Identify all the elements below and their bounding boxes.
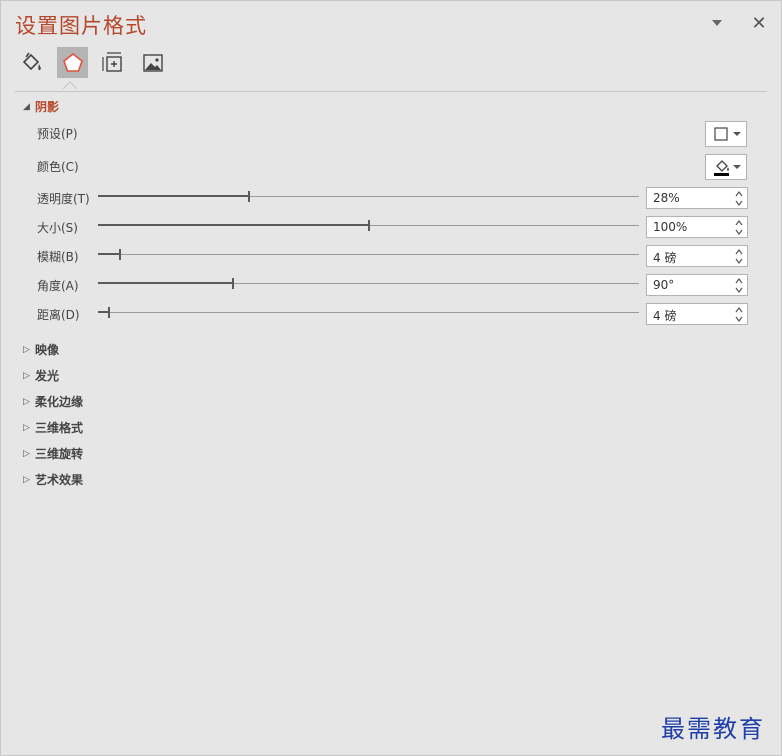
- section-3d-format[interactable]: ▷ 三维格式: [23, 419, 83, 436]
- slider-track: [98, 254, 639, 255]
- preset-label: 预设(P): [37, 127, 78, 141]
- section-label: 映像: [35, 343, 60, 357]
- section-artistic-effects[interactable]: ▷ 艺术效果: [23, 471, 83, 488]
- collapsed-triangle-icon: ▷: [23, 422, 30, 433]
- section-label: 柔化边缘: [35, 395, 84, 409]
- fill-color-icon: [714, 160, 729, 176]
- distance-value: 4 磅: [653, 309, 677, 323]
- blur-slider[interactable]: [98, 249, 639, 261]
- section-reflection[interactable]: ▷ 映像: [23, 341, 59, 358]
- distance-label: 距离(D): [37, 308, 80, 322]
- section-glow[interactable]: ▷ 发光: [23, 367, 59, 384]
- tab-fill-line[interactable]: [15, 47, 46, 78]
- spin-down-icon[interactable]: [734, 286, 744, 294]
- spin-down-icon[interactable]: [734, 228, 744, 236]
- paint-bucket-icon: [22, 52, 41, 70]
- chevron-down-icon: [712, 20, 722, 26]
- blur-spinner[interactable]: 4 磅: [646, 245, 748, 267]
- picture-icon: [142, 53, 163, 72]
- spin-up-icon[interactable]: [734, 190, 744, 198]
- shadow-preset-icon: [714, 127, 728, 141]
- slider-thumb[interactable]: [119, 249, 121, 260]
- angle-slider[interactable]: [98, 278, 639, 290]
- section-3d-rotation[interactable]: ▷ 三维旋转: [23, 445, 83, 462]
- pane-title: 设置图片格式: [15, 14, 147, 38]
- slider-thumb[interactable]: [368, 220, 370, 231]
- section-soft-edges[interactable]: ▷ 柔化边缘: [23, 393, 83, 410]
- section-label: 艺术效果: [35, 473, 84, 487]
- spin-down-icon[interactable]: [734, 199, 744, 207]
- angle-value: 90°: [653, 278, 675, 292]
- tab-size-properties[interactable]: [97, 47, 128, 78]
- collapsed-triangle-icon: ▷: [23, 474, 30, 485]
- tab-picture[interactable]: [137, 47, 168, 78]
- chevron-down-icon: [733, 165, 741, 169]
- divider: [15, 91, 767, 92]
- spin-down-icon[interactable]: [734, 315, 744, 323]
- size-label: 大小(S): [37, 221, 78, 235]
- collapsed-triangle-icon: ▷: [23, 448, 30, 459]
- spin-up-icon[interactable]: [734, 248, 744, 256]
- spin-down-icon[interactable]: [734, 257, 744, 265]
- transparency-spinner[interactable]: 28%: [646, 187, 748, 209]
- size-properties-icon: [101, 51, 122, 72]
- slider-fill: [98, 195, 249, 197]
- slider-thumb[interactable]: [248, 191, 250, 202]
- color-dropdown[interactable]: [705, 154, 747, 180]
- slider-thumb[interactable]: [232, 278, 234, 289]
- blur-value: 4 磅: [653, 251, 677, 265]
- blur-label: 模糊(B): [37, 250, 79, 264]
- transparency-label: 透明度(T): [37, 192, 90, 206]
- distance-spinner[interactable]: 4 磅: [646, 303, 748, 325]
- distance-slider[interactable]: [98, 307, 639, 319]
- slider-fill: [98, 282, 233, 284]
- spin-up-icon[interactable]: [734, 306, 744, 314]
- active-tab-indicator: [63, 81, 77, 89]
- close-button[interactable]: ✕: [749, 12, 769, 34]
- section-label: 三维旋转: [35, 447, 84, 461]
- section-shadow-label: 阴影: [35, 100, 60, 114]
- section-shadow[interactable]: ◢ 阴影: [23, 98, 59, 115]
- transparency-value: 28%: [653, 191, 680, 205]
- slider-thumb[interactable]: [108, 307, 110, 318]
- collapsed-triangle-icon: ▷: [23, 370, 30, 381]
- collapsed-triangle-icon: ▷: [23, 344, 30, 355]
- spin-up-icon[interactable]: [734, 219, 744, 227]
- section-label: 发光: [35, 369, 60, 383]
- spin-up-icon[interactable]: [734, 277, 744, 285]
- format-picture-pane: 设置图片格式 ✕ ◢ 阴影 预设(P) 颜色(C) 透明度(T) 28% 大小(…: [0, 0, 782, 756]
- size-slider[interactable]: [98, 220, 639, 232]
- watermark: 最需教育: [661, 715, 765, 743]
- tab-effects[interactable]: [57, 47, 88, 78]
- chevron-down-icon: [733, 132, 741, 136]
- size-spinner[interactable]: 100%: [646, 216, 748, 238]
- pentagon-icon: [62, 52, 83, 72]
- slider-fill: [98, 253, 120, 255]
- angle-spinner[interactable]: 90°: [646, 274, 748, 296]
- angle-label: 角度(A): [37, 279, 79, 293]
- slider-fill: [98, 224, 369, 226]
- color-label: 颜色(C): [37, 160, 79, 174]
- slider-track: [98, 312, 639, 313]
- pane-options-button[interactable]: [707, 13, 727, 33]
- close-icon: ✕: [751, 12, 767, 34]
- preset-dropdown[interactable]: [705, 121, 747, 147]
- section-label: 三维格式: [35, 421, 84, 435]
- collapsed-triangle-icon: ▷: [23, 396, 30, 407]
- size-value: 100%: [653, 220, 688, 234]
- transparency-slider[interactable]: [98, 191, 639, 203]
- expanded-triangle-icon: ◢: [23, 101, 30, 112]
